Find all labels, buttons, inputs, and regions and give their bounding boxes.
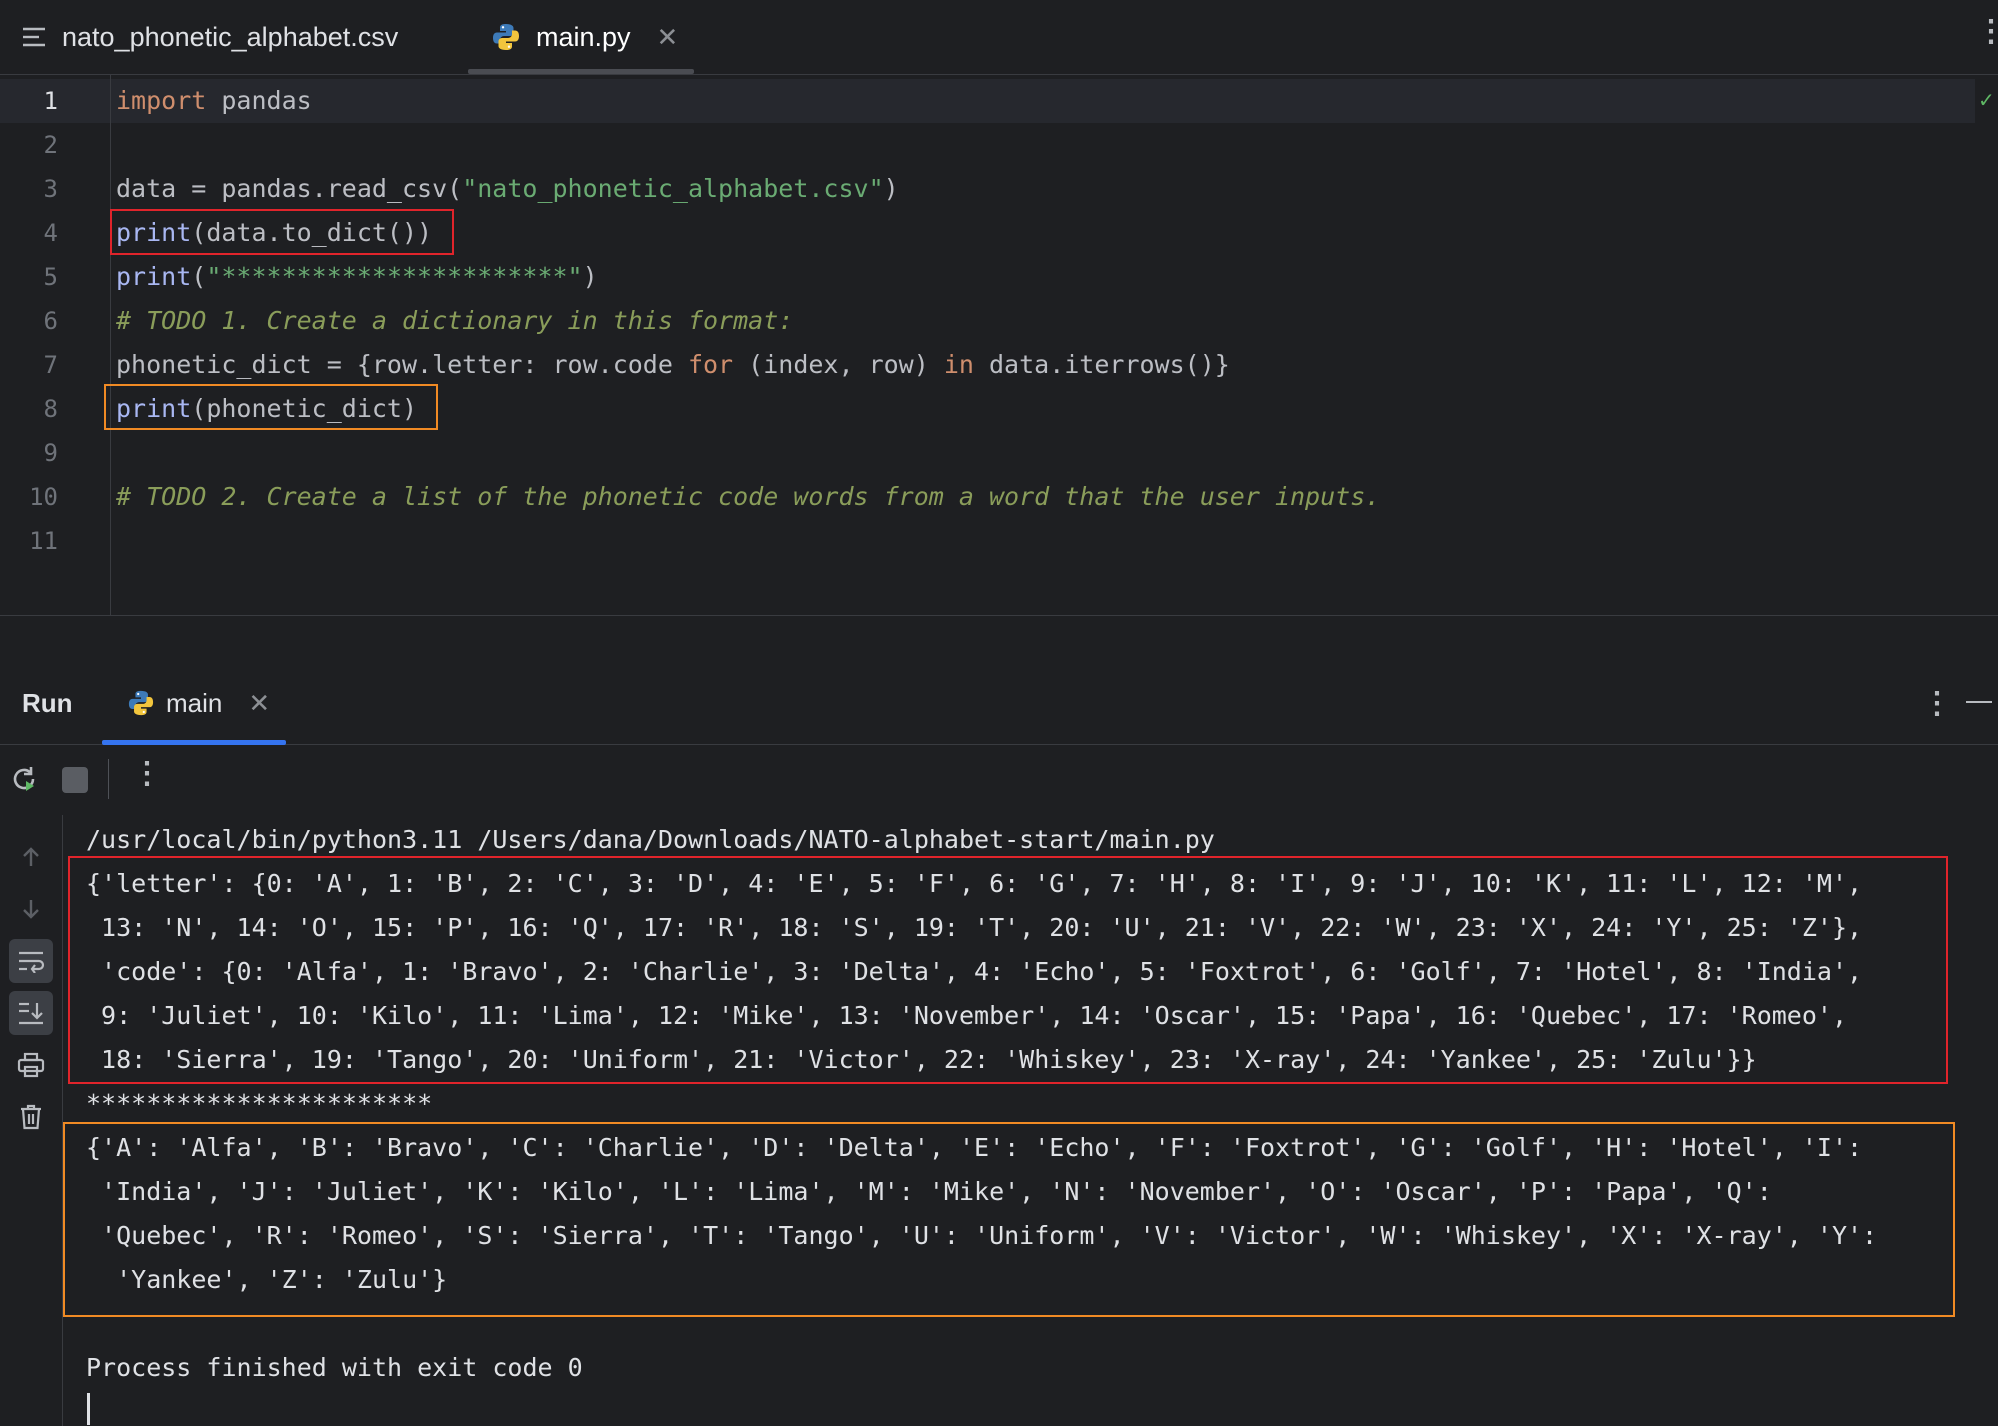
console-output[interactable]: /usr/local/bin/python3.11 /Users/dana/Do…	[63, 815, 1998, 1426]
close-icon[interactable]: ✕	[657, 22, 679, 53]
console-side-toolbar	[0, 815, 63, 1426]
rerun-icon[interactable]	[8, 763, 40, 795]
console-line: 'India', 'J': 'Juliet', 'K': 'Kilo', 'L'…	[86, 1177, 1772, 1206]
console-line: 'code': {0: 'Alfa', 1: 'Bravo', 2: 'Char…	[86, 957, 1863, 986]
console-line: Process finished with exit code 0	[86, 1353, 583, 1382]
highlight-box-orange	[104, 384, 438, 430]
code-editor[interactable]: 1 import pandas 2 3 data = pandas.read_csv("…	[0, 75, 1998, 616]
run-panel-title: Run	[22, 688, 73, 718]
code-token: "nato_phonetic_alphabet.csv"	[462, 174, 884, 203]
code-token: )	[582, 262, 598, 291]
code-line[interactable]: 9	[0, 431, 1970, 475]
line-number: 4	[43, 219, 58, 247]
code-line[interactable]: 3 data = pandas.read_csv("nato_phonetic_a…	[0, 167, 1970, 211]
code-text: phonetic_dict = {row.letter: row.code fo…	[116, 343, 1230, 387]
line-number: 11	[29, 527, 58, 555]
python-icon	[492, 23, 520, 51]
code-text: # TODO 1. Create a dictionary in this fo…	[116, 299, 793, 343]
arrow-down-icon[interactable]	[9, 887, 53, 931]
trash-icon[interactable]	[9, 1095, 53, 1139]
run-tab-label: main	[166, 687, 223, 718]
code-token: pandas	[206, 86, 312, 115]
console-line: {'letter': {0: 'A', 1: 'B', 2: 'C', 3: '…	[86, 869, 1863, 898]
code-token: in	[943, 350, 974, 379]
line-number: 5	[43, 263, 58, 291]
console-line: 'Quebec', 'R': 'Romeo', 'S': 'Sierra', '…	[86, 1221, 1878, 1250]
code-text: data = pandas.read_csv("nato_phonetic_al…	[116, 167, 899, 211]
stop-icon[interactable]	[62, 767, 88, 793]
more-vertical-icon[interactable]: ⋮	[1922, 686, 1952, 721]
line-number: 10	[29, 483, 58, 511]
code-line[interactable]: 1 import pandas	[0, 79, 1970, 123]
tab-main-py[interactable]: main.py ✕	[492, 0, 678, 74]
code-text: import pandas	[116, 79, 312, 123]
line-number: 8	[43, 395, 58, 423]
close-icon[interactable]: ✕	[248, 688, 270, 719]
code-token: phonetic_dict = {row.letter: row.code	[116, 350, 688, 379]
run-tool-window-header: Run main ✕	[0, 662, 1998, 745]
check-icon[interactable]: ✓	[1978, 88, 1995, 113]
code-line[interactable]: 10 # TODO 2. Create a list of the phoneti…	[0, 475, 1970, 519]
code-token: (index, row)	[733, 350, 944, 379]
line-number: 1	[43, 87, 58, 115]
text-file-icon	[22, 26, 46, 48]
code-line[interactable]: 11	[0, 519, 1970, 563]
code-line[interactable]: 5 print("***********************")	[0, 255, 1970, 299]
line-number: 9	[43, 439, 58, 467]
console-line: 'Yankee', 'Z': 'Zulu'}	[86, 1265, 448, 1294]
code-token: data = pandas.read_csv(	[116, 174, 463, 203]
console-line: /usr/local/bin/python3.11 /Users/dana/Do…	[86, 825, 1215, 854]
code-token: for	[687, 350, 734, 379]
code-token: "***********************"	[206, 262, 583, 291]
scroll-to-end-icon[interactable]	[9, 991, 53, 1035]
text-cursor	[87, 1393, 90, 1425]
tab-csv-file[interactable]: nato_phonetic_alphabet.csv	[22, 0, 398, 74]
console-line: 18: 'Sierra', 19: 'Tango', 20: 'Uniform'…	[86, 1045, 1757, 1074]
code-token: print	[116, 262, 192, 291]
toolbar-separator	[108, 759, 109, 799]
line-number: 7	[43, 351, 58, 379]
python-icon	[128, 690, 154, 716]
code-token: # TODO 1. Create a dictionary in this fo…	[116, 306, 794, 335]
run-tab-main[interactable]: main ✕	[128, 662, 270, 744]
code-token: )	[883, 174, 899, 203]
code-token: import	[116, 86, 207, 115]
code-line[interactable]: 6 # TODO 1. Create a dictionary in this f…	[0, 299, 1970, 343]
code-text: print("***********************")	[116, 255, 598, 299]
editor-tab-bar: nato_phonetic_alphabet.csv main.py ✕ ⋮	[0, 0, 1998, 75]
console-line: ***********************	[86, 1089, 433, 1118]
console-line: {'A': 'Alfa', 'B': 'Bravo', 'C': 'Charli…	[86, 1133, 1863, 1162]
line-number: 6	[43, 307, 58, 335]
tab-label: main.py	[536, 21, 631, 52]
code-line[interactable]: 7 phonetic_dict = {row.letter: row.code f…	[0, 343, 1970, 387]
highlight-box-red	[110, 209, 454, 255]
code-text: # TODO 2. Create a list of the phonetic …	[116, 475, 1380, 519]
line-number: 3	[43, 175, 58, 203]
console-line: 9: 'Juliet', 10: 'Kilo', 11: 'Lima', 12:…	[86, 1001, 1847, 1030]
print-icon[interactable]	[9, 1043, 53, 1087]
active-tab-indicator	[468, 69, 694, 74]
more-vertical-icon[interactable]: ⋮	[132, 756, 162, 791]
console-line: 13: 'N', 14: 'O', 15: 'P', 16: 'Q', 17: …	[86, 913, 1863, 942]
soft-wrap-icon[interactable]	[9, 939, 53, 983]
arrow-up-icon[interactable]	[9, 835, 53, 879]
tab-label: nato_phonetic_alphabet.csv	[62, 21, 399, 52]
more-vertical-icon[interactable]: ⋮	[1976, 14, 1998, 49]
code-token: (	[191, 262, 207, 291]
run-toolbar: ⋮	[0, 745, 1998, 816]
minimize-icon[interactable]	[1966, 701, 1992, 703]
line-number: 2	[43, 131, 58, 159]
code-token: # TODO 2. Create a list of the phonetic …	[116, 482, 1381, 511]
code-line[interactable]: 2	[0, 123, 1970, 167]
code-token: data.iterrows()}	[973, 350, 1230, 379]
